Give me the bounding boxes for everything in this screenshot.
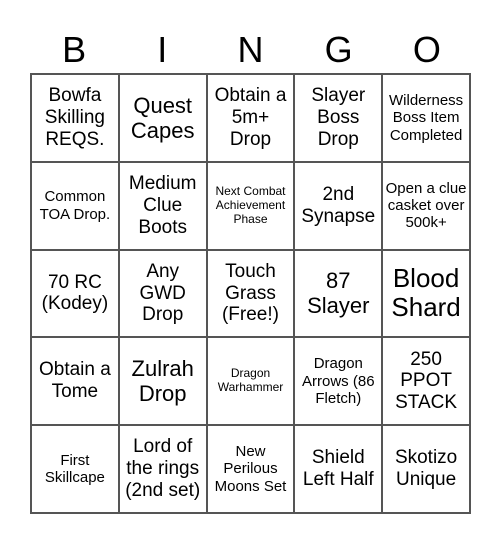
bingo-cell[interactable]: Obtain a Tome: [31, 337, 119, 426]
bingo-cell[interactable]: Dragon Warhammer: [206, 337, 295, 426]
bingo-cell[interactable]: Next Combat Achievement Phase: [206, 161, 295, 250]
bingo-cell[interactable]: Slayer Boss Drop: [294, 74, 383, 162]
header-letter-i: I: [157, 29, 168, 70]
bingo-cell[interactable]: Common TOA Drop.: [31, 161, 119, 250]
bingo-cell[interactable]: 87 Slayer: [294, 249, 383, 338]
bingo-cell[interactable]: Skotizo Unique: [382, 425, 470, 513]
header-letter-g: G: [324, 29, 353, 70]
bingo-cell[interactable]: Shield Left Half: [294, 425, 383, 513]
bingo-cell[interactable]: Any GWD Drop: [118, 249, 207, 338]
bingo-cell[interactable]: Touch Grass (Free!): [206, 249, 295, 338]
bingo-cell[interactable]: 250 PPOT STACK: [382, 337, 470, 426]
bingo-cell[interactable]: First Skillcape: [31, 425, 119, 513]
header-letter-n: N: [237, 29, 264, 70]
header-letter-o: O: [412, 29, 441, 70]
bingo-cell[interactable]: Obtain a 5m+ Drop: [206, 74, 295, 162]
bingo-cell[interactable]: Blood Shard: [382, 249, 470, 338]
bingo-cell[interactable]: Medium Clue Boots: [118, 161, 207, 250]
bingo-cell[interactable]: Lord of the rings (2nd set): [118, 425, 207, 513]
bingo-cell[interactable]: Open a clue casket over 500k+: [382, 161, 470, 250]
bingo-cell[interactable]: New Perilous Moons Set: [206, 425, 295, 513]
bingo-cell[interactable]: Zulrah Drop: [118, 337, 207, 426]
bingo-cell[interactable]: 2nd Synapse: [294, 161, 383, 250]
bingo-cell[interactable]: Bowfa Skilling REQS.: [31, 74, 119, 162]
bingo-cell[interactable]: Dragon Arrows (86 Fletch): [294, 337, 383, 426]
bingo-cell[interactable]: Quest Capes: [118, 74, 207, 162]
header-letter-b: B: [62, 29, 87, 70]
bingo-grid: Bowfa Skilling REQS. Quest Capes Obtain a …: [30, 73, 471, 514]
bingo-header: B I N G O: [30, 30, 471, 70]
bingo-cell[interactable]: Wilderness Boss Item Completed: [382, 74, 470, 162]
bingo-cell[interactable]: 70 RC (Kodey): [31, 249, 119, 338]
